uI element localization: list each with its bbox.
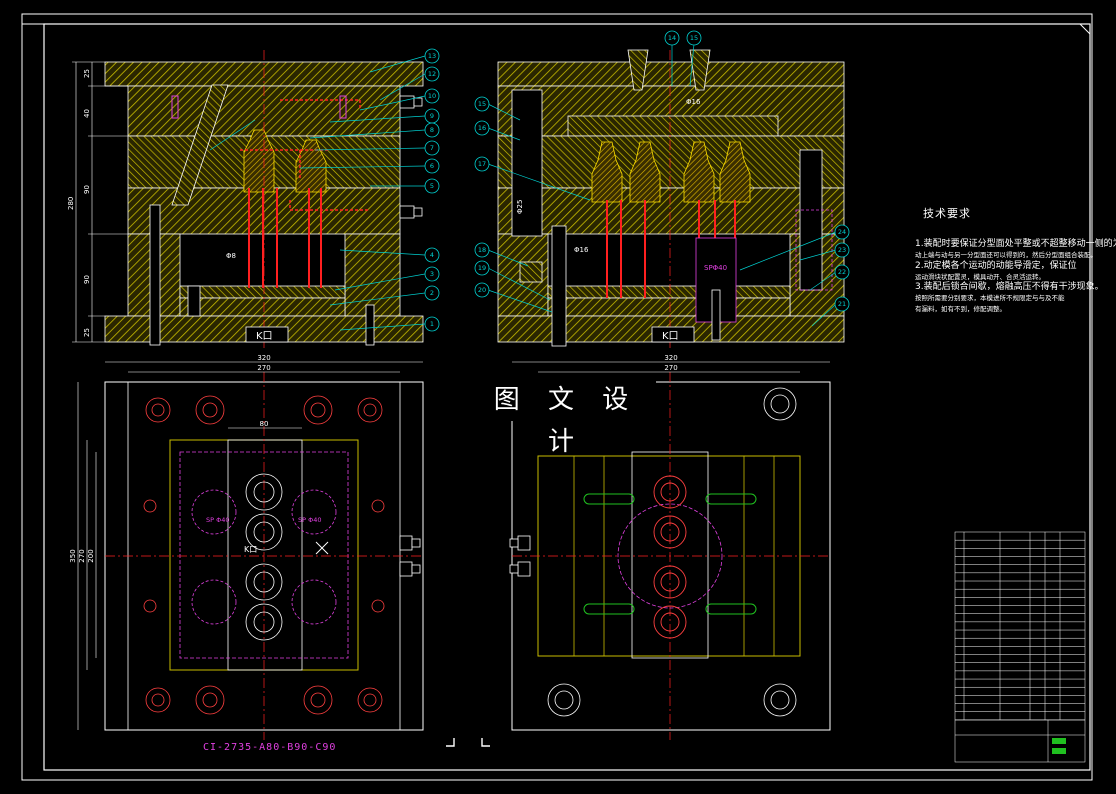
dim-dia-small2: Φ25 [516,200,524,214]
balloon-3: 3 [430,270,434,278]
balloon-4: 4 [430,251,434,259]
dim-left-height: 280 [67,197,75,210]
tech-req-line-3: 2.动定模各个运动的动能导滑定，保证位 [915,260,1077,271]
tech-req-title: 技术要求 [923,207,971,220]
dim-right-w2: 270 [664,364,677,372]
tech-req-line-1: 1.装配时要保证分型面处平整或不超整移动一侧的为基准。 [915,239,1116,249]
right-sp-label: SPΦ40 [704,264,727,272]
dim-plan-h2: 270 [78,549,86,562]
balloon-6: 6 [430,162,434,170]
watermark-text: 图 文 设 计 [476,379,656,457]
technical-requirements: 技术要求 1.装配时要保证分型面处平整或不超整移动一侧的为基准。 动上端与动与另… [915,205,1116,314]
balloon-12: 12 [428,70,436,78]
dim-left-seg5: 25 [83,328,91,337]
dim-left-seg1: 25 [83,69,91,78]
balloon-18: 18 [478,246,486,254]
dim-plan-w: 80 [260,420,269,428]
left-k-label: K口 [256,331,273,342]
balloon-22: 22 [838,268,846,276]
dim-dia-small4: Φ16 [686,98,701,106]
balloon-17: 17 [478,160,486,168]
balloon-5: 5 [430,182,434,190]
right-k-label: K口 [662,331,679,342]
tech-req-line-2: 动上端与动与另一分型面还可以得到的，然后分型面组合装配。 [915,251,1097,259]
balloon-10: 10 [428,92,436,100]
balloon-13: 13 [428,52,436,60]
dim-dia-small1: Φ8 [226,252,236,260]
balloon-21: 21 [838,300,846,308]
right-section-view [497,49,845,350]
dim-left-w2: 270 [257,364,270,372]
balloon-14: 14 [668,34,676,42]
dim-right-w1: 320 [664,354,677,362]
dim-left-seg2: 40 [83,109,91,118]
tech-req-line-7: 有漏料，如有不到，修配调整。 [915,304,1006,313]
balloon-24: 24 [838,228,846,236]
balloon-20: 20 [478,286,486,294]
balloon-8: 8 [430,126,434,134]
balloon-7: 7 [430,144,434,152]
tech-req-line-4: 运动滑块状配置灵，模具动开、合灵活运转。 [915,272,1045,281]
dim-plan-h3: 200 [87,549,95,562]
dim-left-seg4: 90 [83,275,91,284]
balloon-15: 15 [478,100,486,108]
drawing-number: CI-2735-A80-B90-C90 [203,742,337,753]
dim-dia-small3: Φ16 [574,246,589,254]
balloon-2: 2 [430,289,434,297]
balloon-15-top: 15 [690,34,698,42]
balloon-9: 9 [430,112,434,120]
left-sp-label-2: SP Φ40 [298,516,322,524]
balloon-1: 1 [430,320,434,328]
dim-plan-h1: 350 [69,549,77,562]
tech-req-line-6: 按照所需要分别要求，本模进所不规限定与与及不能 [915,294,1065,302]
dim-left-w1: 320 [257,354,270,362]
balloon-23: 23 [838,246,846,254]
left-section-view [104,50,424,350]
dim-left-seg3: 90 [83,185,91,194]
tech-req-line-5: 3.装配后锁合间歇，熔融高压不得有干涉现象。 [915,282,1104,292]
left-sp-label-1: SP Φ40 [206,516,230,524]
left-plan-k-label: K口 [244,545,257,554]
balloon-19: 19 [478,264,486,272]
balloon-16: 16 [478,124,486,132]
